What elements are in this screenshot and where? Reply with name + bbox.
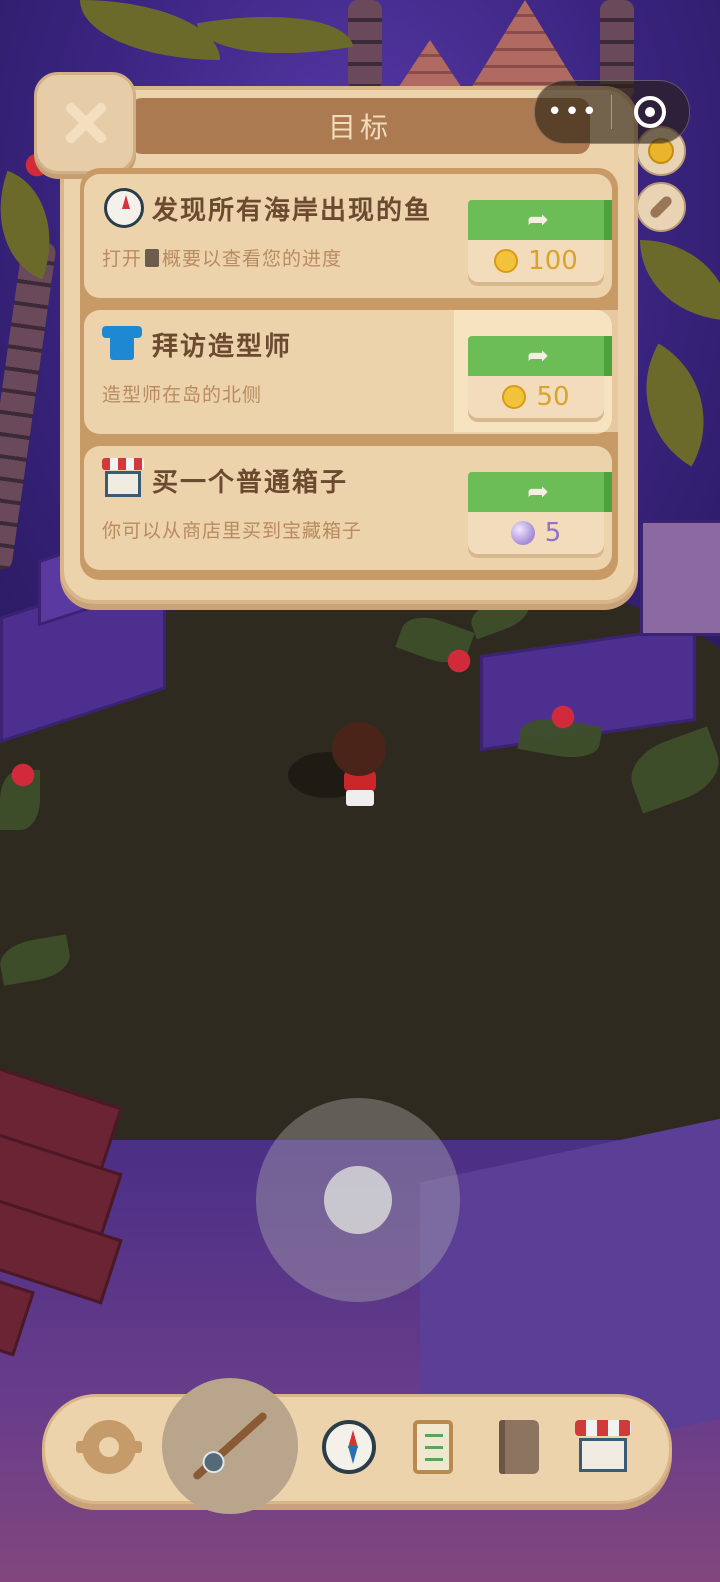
coin-icon [494, 249, 519, 273]
reward-amount: 50 [536, 382, 570, 412]
settings-button[interactable] [76, 1414, 142, 1480]
book-icon [499, 1420, 539, 1474]
pearl-icon [510, 521, 535, 545]
desc-text: 概要以查看您的进度 [162, 248, 343, 270]
panel-header: 目标 [130, 98, 590, 154]
coin-icon [502, 385, 527, 409]
share-arrow-icon: ➦ [527, 341, 549, 371]
panel-title: 目标 [327, 111, 392, 144]
goal-description: 你可以从商店里买到宝藏箱子 [102, 520, 363, 542]
settings-gear-icon [76, 1420, 142, 1474]
goal-go-button[interactable]: ➦ 50 [468, 320, 612, 424]
share-arrow-icon: ➦ [527, 205, 549, 235]
journal-button[interactable] [486, 1414, 552, 1480]
shop-button[interactable] [570, 1414, 636, 1480]
purple-rock [640, 520, 720, 636]
reward: 5 [468, 512, 604, 554]
bone-icon [648, 194, 674, 220]
compass-icon [322, 1420, 376, 1474]
capsule-divider [611, 95, 612, 129]
desc-text: 打开 [102, 248, 143, 270]
bone-button[interactable] [636, 182, 686, 232]
share-arrow-icon: ➦ [527, 477, 549, 507]
red-flower [0, 760, 46, 790]
checklist-icon [413, 1420, 453, 1474]
reward-amount: 5 [544, 518, 562, 548]
shop-icon [575, 1420, 631, 1474]
goal-description: 造型师在岛的北侧 [102, 384, 263, 406]
reward-amount: 100 [528, 246, 578, 276]
red-flower [436, 646, 482, 676]
goal-description: 打开 概要以查看您的进度 [102, 244, 342, 271]
goals-button[interactable] [400, 1414, 466, 1480]
exit-miniprogram-button[interactable] [634, 96, 666, 128]
miniprogram-capsule: ••• [534, 80, 690, 144]
reward: 50 [468, 376, 604, 418]
character-legs [346, 790, 374, 806]
goal-go-button[interactable]: ➦ 100 [468, 184, 612, 288]
more-menu-button[interactable]: ••• [535, 99, 611, 125]
goal-title: 拜访造型师 [152, 332, 293, 362]
tshirt-icon [102, 322, 146, 366]
goal-title: 发现所有海岸出现的鱼 [152, 196, 433, 226]
compass-icon [102, 186, 146, 230]
shop-icon [102, 458, 146, 502]
goal-title: 买一个普通箱子 [152, 468, 349, 498]
player-character [288, 722, 388, 808]
red-flower [540, 702, 586, 732]
close-icon [63, 101, 107, 145]
compass-button[interactable] [316, 1414, 382, 1480]
close-button[interactable] [34, 72, 136, 174]
joystick-knob[interactable] [324, 1166, 392, 1234]
goal-go-button[interactable]: ➦ 5 [468, 456, 612, 560]
book-icon [145, 249, 160, 267]
reward: 100 [468, 240, 604, 282]
fishing-rod-icon [191, 1410, 269, 1482]
fishing-button[interactable] [162, 1378, 298, 1514]
character-head [332, 722, 386, 776]
